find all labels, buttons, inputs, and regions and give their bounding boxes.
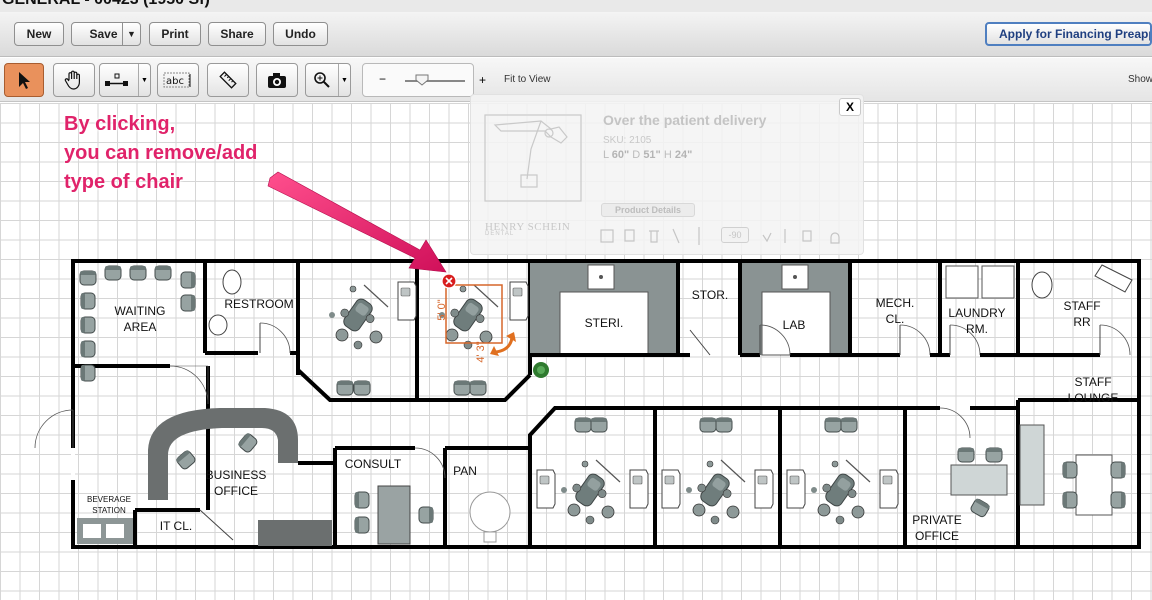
zoom-in-button[interactable]: + — [479, 73, 486, 87]
room-label-mech-1: MECH. — [876, 296, 915, 310]
room-label-mech-2: CL. — [886, 312, 905, 326]
dim-l-value: 60" — [611, 149, 630, 161]
room-label-private-2: OFFICE — [915, 529, 959, 543]
annotation-line-2: you can remove/add — [64, 142, 258, 164]
room-label-it-closet: IT CL. — [160, 519, 192, 533]
product-details-button[interactable]: Product Details — [601, 203, 695, 217]
room-label-business-1: BUSINESS — [206, 468, 267, 482]
zoom-slider[interactable]: − — [362, 63, 474, 97]
copy-icon — [624, 229, 635, 242]
arrow-pointer-icon — [19, 72, 30, 89]
new-button[interactable]: New — [14, 22, 64, 46]
zoom-dropdown-chevron-icon[interactable]: ▼ — [338, 64, 350, 96]
close-popup-button[interactable]: X — [839, 98, 861, 116]
dimension-tool[interactable]: ▼ — [99, 63, 151, 97]
room-label-beverage-2: STATION — [92, 506, 126, 515]
room-label-consult: CONSULT — [345, 457, 402, 471]
annotation-line-3: type of chair — [64, 171, 183, 193]
product-title: Over the patient delivery — [603, 112, 767, 128]
dimension-line-icon — [105, 73, 128, 86]
layer-icon — [600, 229, 614, 243]
dim-h-label: H — [663, 149, 672, 161]
dimension-dropdown-chevron-icon[interactable]: ▼ — [138, 64, 150, 96]
select-tool[interactable] — [4, 63, 44, 97]
print-button[interactable]: Print — [149, 22, 201, 46]
show-menu[interactable]: Show — [1128, 74, 1152, 85]
text-tool[interactable]: abc — [157, 63, 199, 97]
henry-schein-logo: HENRY SCHEIN DENTAL — [485, 221, 570, 237]
zoom-thumb[interactable] — [415, 74, 429, 86]
hand-icon — [64, 70, 80, 90]
text-tool-label: abc — [166, 76, 184, 87]
window-title: GENERAL - 00423 (1950 Sf) — [2, 0, 210, 9]
room-label-staff-rr-1: STAFF — [1063, 299, 1100, 313]
room-label-restroom: RESTROOM — [224, 297, 293, 311]
room-label-pan: PAN — [453, 464, 477, 478]
room-label-business-2: OFFICE — [214, 484, 258, 498]
fit-to-view-link[interactable]: Fit to View — [504, 74, 551, 85]
magnifier-icon — [314, 72, 330, 88]
room-label-staff-lounge-2: LOUNGE — [1068, 391, 1119, 405]
room-label-private-1: PRIVATE — [912, 513, 962, 527]
rotate-left-icon — [762, 232, 772, 243]
remove-x-icon[interactable] — [441, 273, 457, 289]
apply-financing-button[interactable]: Apply for Financing Preappro — [985, 22, 1152, 46]
dim-h-value: 24" — [674, 149, 693, 161]
share-button[interactable]: Share — [208, 22, 266, 46]
snapshot-tool[interactable] — [256, 63, 298, 97]
rotation-field[interactable]: -90 — [721, 227, 749, 243]
dim-d-label: D — [632, 149, 641, 161]
ruler-icon — [219, 71, 237, 89]
room-label-staff-rr-2: RR — [1073, 315, 1091, 329]
undo-button[interactable]: Undo — [273, 22, 328, 46]
save-button[interactable]: Save ▼ — [71, 22, 141, 46]
zoom-out-button[interactable]: − — [379, 72, 386, 86]
main-toolbar: New Save ▼ Print Share Undo Apply for Fi… — [0, 12, 1152, 57]
floor-plan-app: GENERAL - 00423 (1950 Sf) New Save ▼ Pri… — [0, 0, 1152, 600]
room-label-staff-lounge-1: STAFF — [1074, 375, 1111, 389]
save-dropdown-chevron-icon[interactable]: ▼ — [122, 23, 140, 45]
selection-width-label: 5' 0" — [436, 299, 448, 320]
zoom-track — [405, 80, 465, 82]
room-label-lab: LAB — [783, 318, 806, 332]
pan-tool[interactable] — [53, 63, 95, 97]
product-thumbnail — [484, 114, 582, 202]
camera-icon — [268, 73, 286, 88]
annotation-callout: By clicking, you can remove/add type of … — [64, 110, 324, 197]
product-info-popup: X Over the patient delivery SKU: 2105 L … — [470, 94, 864, 255]
annotation-line-1: By clicking, — [64, 113, 176, 135]
product-dimensions: L 60" D 51" H 24" — [603, 149, 692, 161]
room-label-waiting-2: AREA — [124, 320, 157, 334]
room-label-laundry-2: RM. — [966, 322, 988, 336]
trash-icon — [649, 230, 659, 243]
text-tool-icon: abc — [163, 72, 191, 88]
measure-tool[interactable] — [207, 63, 249, 97]
product-sku: SKU: 2105 — [603, 135, 652, 146]
dim-l-label: L — [603, 149, 609, 161]
zoom-tool[interactable]: ▼ — [305, 63, 351, 97]
room-label-beverage-1: BEVERAGE — [87, 495, 131, 504]
room-label-waiting-1: WAITING — [115, 304, 166, 318]
room-label-steri: STERI. — [585, 316, 624, 330]
rotate-arrow-icon[interactable] — [490, 332, 516, 356]
selection-depth-label: 4' 3" — [475, 341, 487, 362]
room-label-stor: STOR. — [692, 288, 728, 302]
dim-d-value: 51" — [643, 149, 661, 161]
save-label: Save — [89, 27, 118, 41]
flip-icon — [672, 228, 680, 244]
room-label-laundry-1: LAUNDRY — [948, 306, 1005, 320]
lock-icon — [830, 232, 840, 244]
window-title-bar: GENERAL - 00423 (1950 Sf) — [0, 0, 1152, 12]
copy-2-icon — [802, 230, 812, 242]
